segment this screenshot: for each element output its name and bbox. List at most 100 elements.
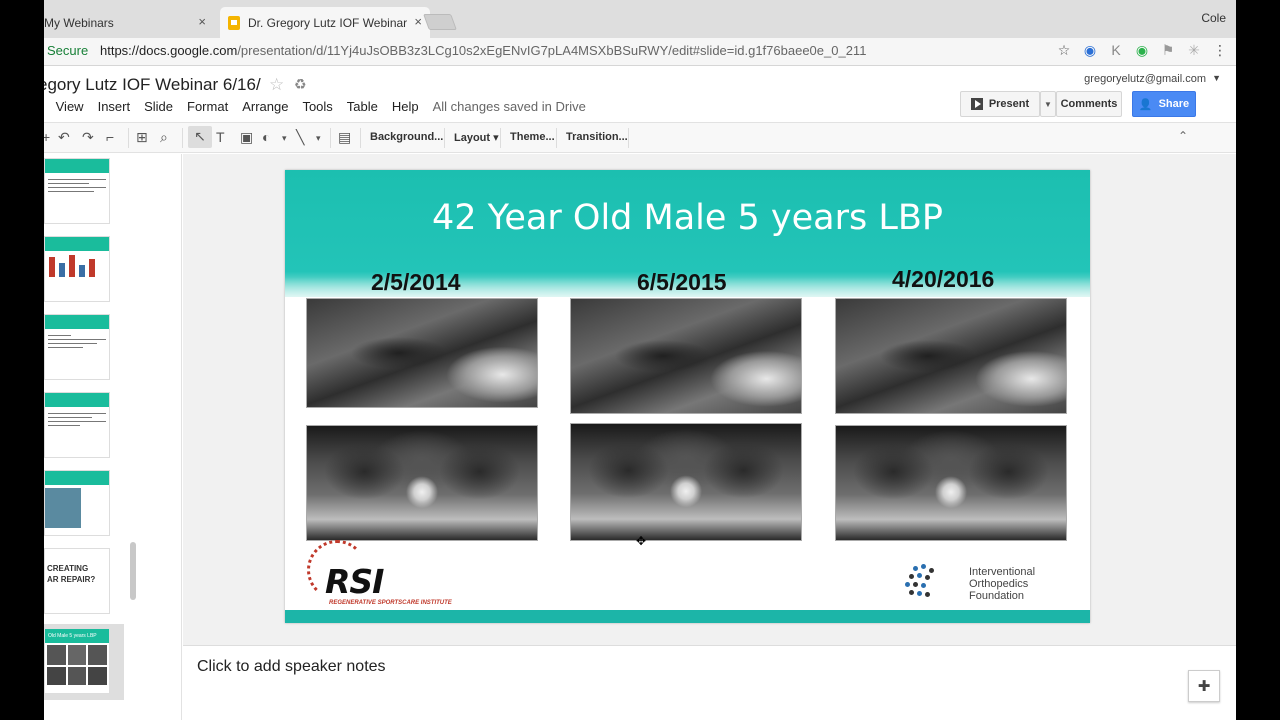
date-label[interactable]: 4/20/2016 <box>892 266 994 293</box>
shape-icon[interactable]: ◐ <box>262 129 270 145</box>
thumb-text: CREATING AR REPAIR? <box>47 564 96 584</box>
menu-insert[interactable]: Insert <box>98 99 131 114</box>
slide-thumbnail[interactable] <box>44 236 110 302</box>
extension-blue-icon[interactable]: ◉ <box>1082 42 1098 59</box>
iof-dot <box>913 566 918 571</box>
move-to-folder-icon[interactable]: ♻ <box>294 76 307 93</box>
slide-thumbnail[interactable] <box>44 314 110 380</box>
select-cursor-icon[interactable]: ↖ <box>188 126 212 148</box>
iof-dots-mark <box>905 564 945 600</box>
background-button[interactable]: Background... <box>370 131 443 143</box>
profile-name[interactable]: Cole <box>1201 11 1226 25</box>
iof-dot <box>909 590 914 595</box>
thumb-line <box>48 343 98 344</box>
date-label[interactable]: 6/5/2015 <box>637 269 727 296</box>
thumb-mri-row <box>45 643 109 667</box>
rsi-logo[interactable]: RSI REGENERATIVE SPORTSCARE INSTITUTE <box>307 540 477 612</box>
address-bar[interactable]: Secure https://docs.google.com/presentat… <box>44 38 1236 66</box>
present-options-button[interactable]: ▼ <box>1040 91 1056 117</box>
mri-axial-image[interactable] <box>835 425 1067 541</box>
slide-thumbnail[interactable] <box>44 158 110 224</box>
iof-logo[interactable]: Interventional Orthopedics Foundation <box>905 560 1065 606</box>
shape-caret-icon[interactable]: ▾ <box>282 133 287 144</box>
menu-arrange[interactable]: Arrange <box>242 99 288 114</box>
line-icon[interactable]: ╲ <box>296 129 304 146</box>
redo-icon[interactable]: ↷ <box>82 129 94 146</box>
menu-table[interactable]: Table <box>347 99 378 114</box>
iof-dot <box>921 583 926 588</box>
thumb-mri-row <box>45 667 109 685</box>
speaker-notes-panel[interactable]: Click to add speaker notes <box>183 646 1236 720</box>
extension-k-icon[interactable]: K <box>1108 42 1124 59</box>
slide-filmstrip: CREATING AR REPAIR? Old Male 5 years LBP <box>44 154 182 720</box>
filmstrip-scrollbar[interactable] <box>130 542 136 600</box>
text-box-icon[interactable]: T <box>216 129 225 145</box>
thumb-content <box>45 173 109 198</box>
extension-green-icon[interactable]: ◉ <box>1134 42 1150 59</box>
browser-menu-icon[interactable]: ⋮ <box>1212 42 1228 59</box>
document-title[interactable]: egory Lutz IOF Webinar 6/16/ <box>44 75 261 95</box>
undo-icon[interactable]: ↶ <box>58 129 70 146</box>
share-button[interactable]: 👤 Share <box>1132 91 1196 117</box>
comment-icon[interactable]: ▤ <box>338 129 351 146</box>
iof-dot <box>917 591 922 596</box>
slide-title[interactable]: 42 Year Old Male 5 years LBP <box>285 198 1090 238</box>
thumb-header-bar <box>45 237 109 251</box>
tab-close-icon[interactable]: × <box>414 14 422 29</box>
slide-thumbnail-selected[interactable]: Old Male 5 years LBP <box>44 628 110 694</box>
tab-close-icon[interactable]: × <box>198 14 206 29</box>
extension-flag-icon[interactable]: ⚑ <box>1160 42 1176 59</box>
tab-webinar-presentation[interactable]: Dr. Gregory Lutz IOF Webinar × <box>220 7 430 38</box>
theme-button[interactable]: Theme... <box>510 131 555 143</box>
line-caret-icon[interactable]: ▾ <box>316 133 321 144</box>
account-email[interactable]: gregoryelutz@gmail.com <box>1084 73 1206 85</box>
menu-view[interactable]: View <box>56 99 84 114</box>
slide-thumbnail[interactable] <box>44 392 110 458</box>
date-label[interactable]: 2/5/2014 <box>371 269 461 296</box>
thumb-line <box>48 191 95 192</box>
add-comment-icon[interactable]: ✚ <box>1188 670 1220 702</box>
star-icon[interactable]: ☆ <box>269 75 284 95</box>
menu-bar: t View Insert Slide Format Arrange Tools… <box>44 99 600 114</box>
slide-thumbnail[interactable] <box>44 470 110 536</box>
speaker-notes-placeholder[interactable]: Click to add speaker notes <box>197 658 386 676</box>
comments-button[interactable]: Comments <box>1056 91 1122 117</box>
url-text[interactable]: https://docs.google.com/presentation/d/1… <box>100 43 866 58</box>
tab-my-webinars[interactable]: My Webinars × <box>44 7 214 38</box>
mri-sagittal-image[interactable] <box>570 298 802 414</box>
thumb-line <box>48 187 106 188</box>
slide-thumbnail[interactable]: CREATING AR REPAIR? <box>44 548 110 614</box>
add-slide-icon[interactable]: + <box>44 129 50 145</box>
layout-button[interactable]: Layout ▾ <box>454 131 499 144</box>
zoom-fit-icon[interactable]: ⊞ <box>136 129 148 146</box>
extension-sparkle-icon[interactable]: ✳ <box>1186 42 1202 59</box>
current-slide[interactable]: 42 Year Old Male 5 years LBP 2/5/2014 6/… <box>285 170 1090 623</box>
transition-button[interactable]: Transition... <box>566 131 628 143</box>
menu-help[interactable]: Help <box>392 99 419 114</box>
present-button[interactable]: Present <box>960 91 1040 117</box>
paint-format-icon[interactable]: ⌐ <box>106 129 114 145</box>
menu-format[interactable]: Format <box>187 99 228 114</box>
thumb-line <box>48 339 106 340</box>
mri-axial-image[interactable] <box>306 425 538 541</box>
mri-sagittal-image[interactable] <box>306 298 538 408</box>
mri-axial-image[interactable] <box>570 423 802 541</box>
account-caret-icon[interactable]: ▼ <box>1212 73 1221 83</box>
toolbar-divider <box>182 128 183 148</box>
thumb-line <box>48 183 89 184</box>
toolbar-divider <box>556 128 557 148</box>
bookmark-star-icon[interactable]: ☆ <box>1056 42 1072 59</box>
mri-sagittal-image[interactable] <box>835 298 1067 414</box>
thumb-bar <box>79 265 85 277</box>
menu-slide[interactable]: Slide <box>144 99 173 114</box>
thumb-content <box>45 407 109 432</box>
thumb-image <box>45 488 81 528</box>
new-tab-button[interactable] <box>423 14 457 30</box>
person-add-icon: 👤 <box>1138 98 1153 111</box>
menu-tools[interactable]: Tools <box>302 99 332 114</box>
collapse-icon[interactable]: ⌃ <box>1178 129 1188 143</box>
iof-dot <box>925 575 930 580</box>
image-icon[interactable]: ▣ <box>240 129 253 146</box>
secure-indicator[interactable]: Secure <box>47 43 88 58</box>
zoom-icon[interactable]: ⌕ <box>160 129 168 146</box>
